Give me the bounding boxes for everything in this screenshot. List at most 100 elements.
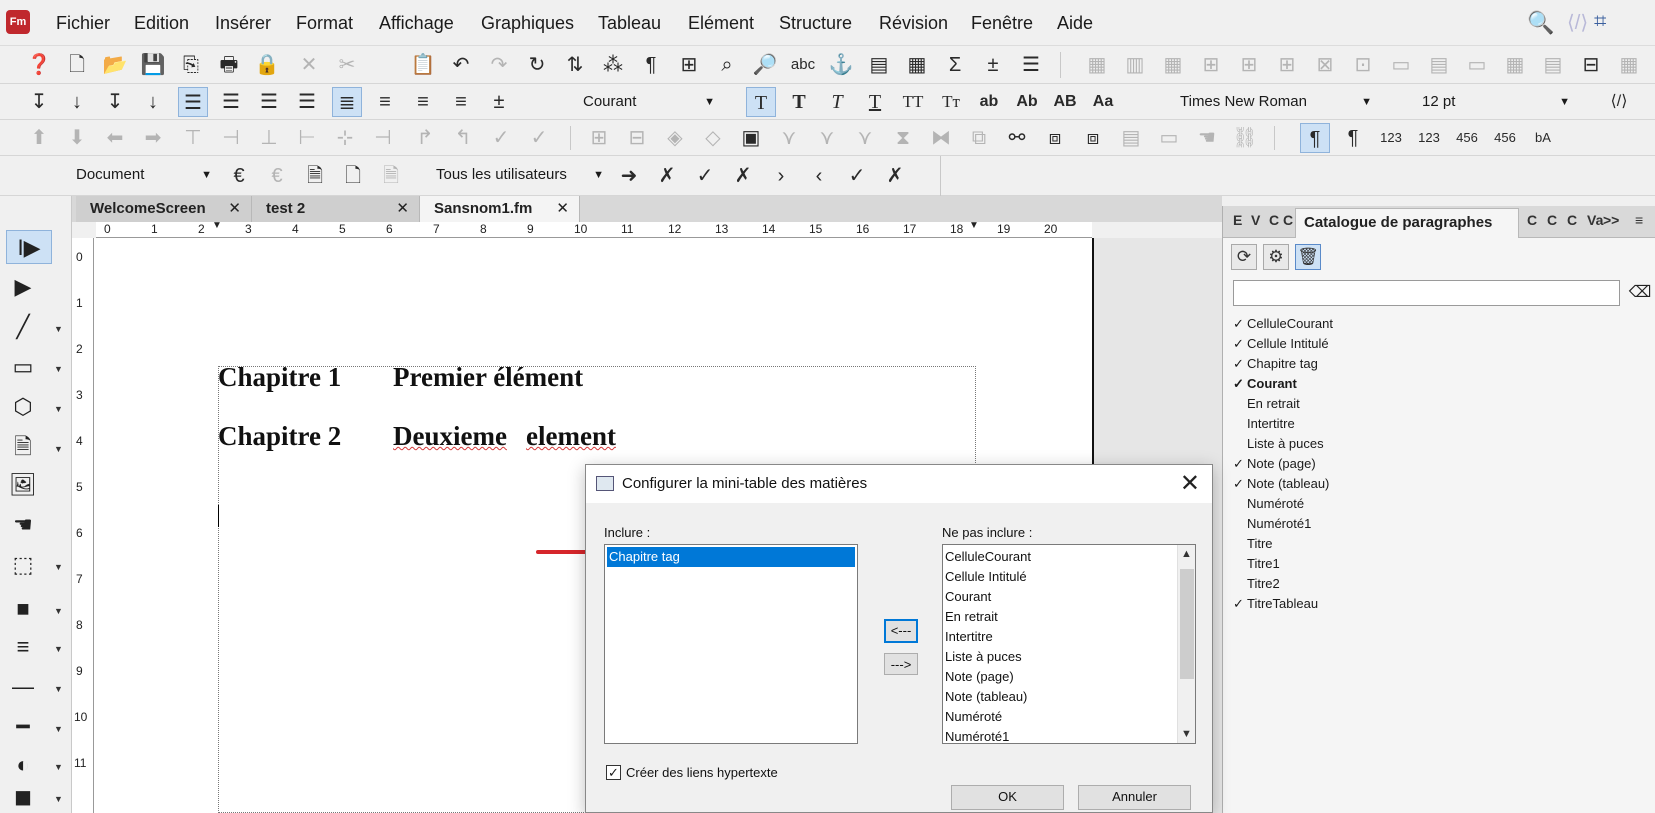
prev-change-icon[interactable]: ‹	[804, 161, 834, 191]
list-item[interactable]: ✓ Cellule Intitulé	[1231, 334, 1651, 354]
open-folder-icon[interactable]: 📂	[100, 50, 130, 80]
connect-icon[interactable]: ⚯	[1002, 123, 1032, 153]
undo-icon[interactable]: ↶	[446, 50, 476, 80]
exclude-item[interactable]: Courant	[943, 587, 1195, 607]
reject-change-icon[interactable]: ✗	[652, 161, 682, 191]
text-direction-icon[interactable]: bA	[1528, 123, 1558, 153]
subscript-button[interactable]: Tт	[936, 87, 966, 117]
tab-welcomescreen[interactable]: WelcomeScreen ✕	[76, 196, 252, 222]
panel-menu-icon[interactable]: ≡	[1635, 212, 1643, 228]
frame-icon[interactable]: ⌗	[1594, 8, 1606, 34]
overprint-icon[interactable]: ◼	[6, 780, 40, 813]
panel-tab[interactable]: V	[1251, 212, 1260, 228]
chevron-down-icon[interactable]: ▼	[54, 444, 63, 454]
menu-tableau[interactable]: Tableau	[598, 13, 661, 34]
tint-icon[interactable]: ◐	[6, 748, 40, 782]
paragraph-style-select[interactable]: Courant ▼	[583, 89, 719, 115]
rectangle-tool-icon[interactable]: ▭	[6, 350, 40, 384]
exclude-item[interactable]: Note (tableau)	[943, 687, 1195, 707]
move-to-exclude-button[interactable]: --->	[884, 653, 918, 675]
tab-sansnom1[interactable]: Sansnom1.fm ✕	[420, 196, 580, 222]
chevron-down-icon[interactable]: ▼	[54, 404, 63, 414]
table-shade-icon[interactable]: ▤	[1538, 50, 1568, 80]
delete-tag-icon[interactable]: 🗑	[1295, 244, 1321, 270]
anchor-icon[interactable]: ⚓	[826, 50, 856, 80]
indent-hanging-icon[interactable]: ↓	[138, 87, 168, 117]
table-split-icon[interactable]: ⊡	[1348, 50, 1378, 80]
print-icon[interactable]: 🖶	[214, 50, 244, 80]
superscript-button[interactable]: TT	[898, 87, 928, 117]
cancel-button[interactable]: Annuler	[1078, 785, 1191, 810]
align-bottom-icon[interactable]: ⊥	[254, 123, 284, 153]
list-item[interactable]: Numéroté1	[1231, 514, 1651, 534]
xml-tag-icon[interactable]: ⟨/⟩	[1567, 10, 1588, 35]
spacing-custom-icon[interactable]: ≡	[446, 87, 476, 117]
align-left-icon[interactable]: ☰	[178, 87, 208, 117]
menu-graphiques[interactable]: Graphiques	[481, 13, 574, 34]
arrow-down-icon[interactable]: ⬇	[62, 123, 92, 153]
tab-paragraph-catalog[interactable]: Catalogue de paragraphes	[1295, 208, 1519, 238]
exclude-item[interactable]: CelluleCourant	[943, 547, 1195, 567]
track-doc-icon[interactable]: 🗎	[300, 161, 330, 191]
check-icon[interactable]: ✓	[486, 123, 516, 153]
left-margin-marker-icon[interactable]: ▼	[212, 220, 222, 231]
chevron-down-icon[interactable]: ▼	[54, 324, 63, 334]
ok-button[interactable]: OK	[951, 785, 1064, 810]
panel-tab[interactable]: C	[1283, 212, 1293, 228]
align-center-icon[interactable]: ☰	[216, 87, 246, 117]
include-item-selected[interactable]: Chapitre tag	[607, 547, 855, 567]
unlink-icon[interactable]: ⛓	[1230, 123, 1260, 153]
italic-button[interactable]: T	[822, 87, 852, 117]
include-listbox[interactable]: Chapitre tag	[604, 544, 858, 744]
exclude-item[interactable]: Note (page)	[943, 667, 1195, 687]
align-centers-icon[interactable]: ⊹	[330, 123, 360, 153]
list-item[interactable]: Titre	[1231, 534, 1651, 554]
chevron-down-icon[interactable]: ▼	[54, 644, 63, 654]
overflow-tabs-button[interactable]: >>	[1603, 212, 1619, 228]
fill-color-icon[interactable]: ■	[6, 592, 40, 626]
right-margin-marker-icon[interactable]: ▼	[969, 220, 979, 231]
dialog-title-bar[interactable]: Configurer la mini-table des matières ✕	[586, 465, 1212, 503]
save-icon[interactable]: 💾	[138, 50, 168, 80]
accept-all-icon[interactable]: ✓	[690, 161, 720, 191]
close-icon[interactable]: ✕	[556, 196, 569, 222]
arrow-up-icon[interactable]: ⬆	[24, 123, 54, 153]
list-item[interactable]: ✓ TitreTableau	[1231, 594, 1651, 614]
exclude-item[interactable]: Intertitre	[943, 627, 1195, 647]
track-page-icon[interactable]: 🗋	[338, 161, 368, 191]
exclude-scrollbar[interactable]: ▲ ▼	[1177, 545, 1195, 743]
ungroup-icon[interactable]: ⊟	[622, 123, 652, 153]
table-row-icon[interactable]: ▦	[1082, 50, 1112, 80]
list-item[interactable]: ✓ Note (tableau)	[1231, 474, 1651, 494]
list-item[interactable]: Liste à puces	[1231, 434, 1651, 454]
number-format-2-icon[interactable]: 123	[1414, 123, 1444, 153]
number-format-1-icon[interactable]: 123	[1376, 123, 1406, 153]
menu-affichage[interactable]: Affichage	[379, 13, 454, 34]
chapter-2-title-word1[interactable]: Deuxieme	[393, 421, 507, 452]
font-family-select[interactable]: Times New Roman ▼	[1180, 89, 1376, 115]
scroll-down-icon[interactable]: ▼	[1181, 728, 1192, 740]
frame-props-icon[interactable]: ▭	[1154, 123, 1184, 153]
exclude-item[interactable]: Numéroté1	[943, 727, 1195, 743]
table-props-icon[interactable]: ▦	[1614, 50, 1644, 80]
table-col-icon[interactable]: ▥	[1120, 50, 1150, 80]
arrow-left-icon[interactable]: ⬅	[100, 123, 130, 153]
code-icon[interactable]: ⟨/⟩	[1604, 87, 1634, 117]
scale-icon[interactable]: ⧉	[964, 123, 994, 153]
frame-insert-icon[interactable]: ▤	[864, 50, 894, 80]
table-merge-icon[interactable]: ⊞	[1196, 50, 1226, 80]
spacing-onehalf-icon[interactable]: ≡	[370, 87, 400, 117]
rtl-paragraph-icon[interactable]: ¶	[1338, 123, 1368, 153]
list-item[interactable]: ✓ Note (page)	[1231, 454, 1651, 474]
insert-frame-icon[interactable]: ▤	[1116, 123, 1146, 153]
save-as-icon[interactable]: ⎘	[176, 50, 206, 80]
accept-change-icon[interactable]: ➜	[614, 161, 644, 191]
ltr-paragraph-icon[interactable]: ¶	[1300, 123, 1330, 153]
table-format-icon[interactable]: ⊞	[674, 50, 704, 80]
list-item[interactable]: ✓ Chapitre tag	[1231, 354, 1651, 374]
table-straddle-icon[interactable]: ▭	[1386, 50, 1416, 80]
align-lefts-icon[interactable]: ⊢	[292, 123, 322, 153]
table-align-icon[interactable]: ▤	[1424, 50, 1454, 80]
exclude-listbox[interactable]: CelluleCourant Cellule Intitulé Courant …	[942, 544, 1196, 744]
horizontal-ruler[interactable]: 0 1 2 3 4 5 6 7 8 9 10 11 12 13 14 15 16…	[96, 220, 1092, 238]
